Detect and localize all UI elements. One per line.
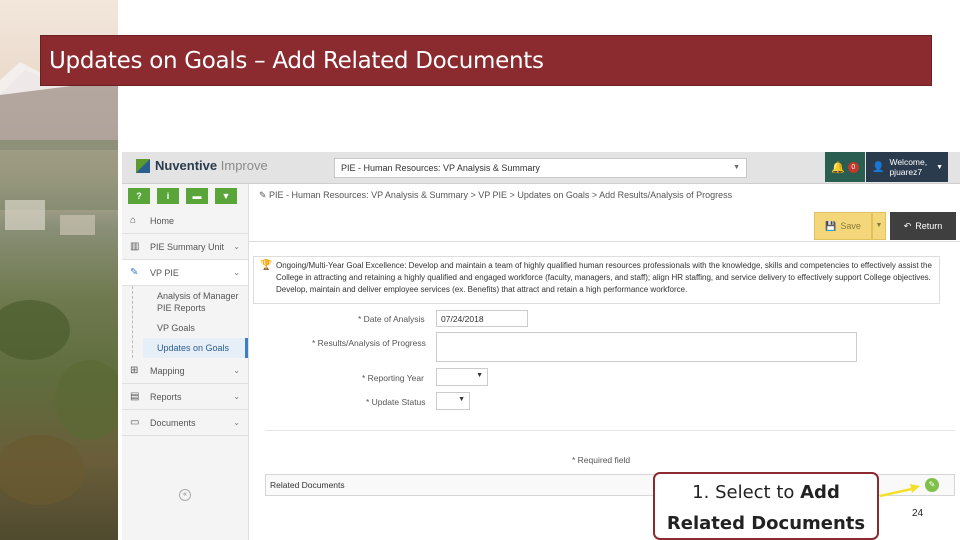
- page-number: 24: [912, 508, 924, 519]
- instruction-callout: 1. Select to Add Related Documents: [653, 472, 879, 540]
- callout-arrow: [879, 484, 920, 498]
